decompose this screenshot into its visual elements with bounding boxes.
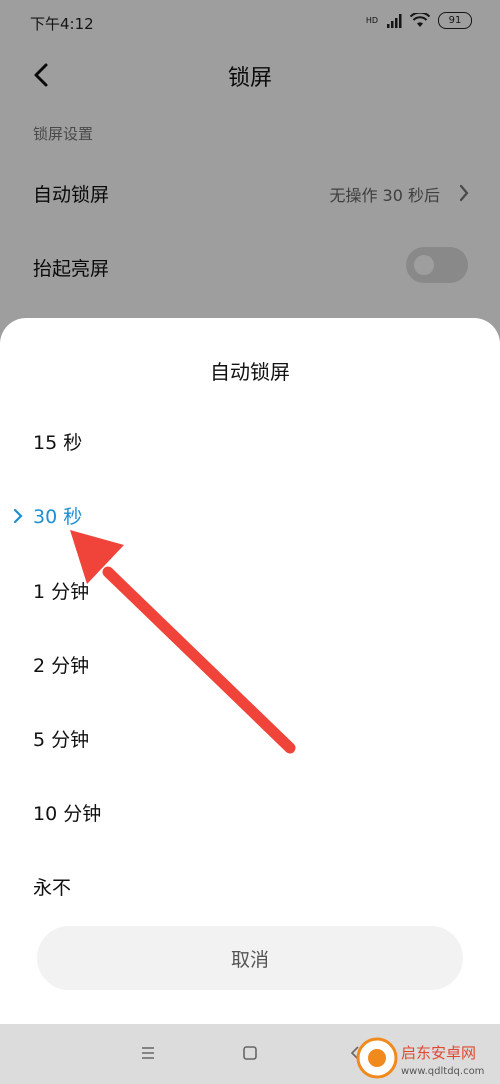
sheet-title: 自动锁屏 — [210, 360, 290, 384]
option-label: 1 分钟 — [33, 581, 90, 603]
menu-icon[interactable] — [133, 1038, 163, 1068]
option-never[interactable]: 永不 — [0, 859, 500, 919]
option-30-seconds[interactable]: 30 秒 — [0, 488, 500, 548]
option-label: 10 分钟 — [33, 803, 102, 825]
option-label: 2 分钟 — [33, 655, 90, 677]
option-10-minutes[interactable]: 10 分钟 — [0, 785, 500, 845]
option-2-minutes[interactable]: 2 分钟 — [0, 637, 500, 697]
watermark-brand-text: 启东安卓网 — [401, 1044, 476, 1062]
watermark: 启东安卓网 www.qdltdq.com — [355, 1036, 495, 1080]
home-icon[interactable] — [235, 1038, 265, 1068]
option-label: 30 秒 — [33, 506, 83, 528]
cancel-button[interactable]: 取消 — [37, 926, 463, 990]
auto-lock-sheet: 自动锁屏 15 秒 30 秒 1 分钟 2 分钟 5 分钟 10 分钟 永不 取… — [0, 318, 500, 1024]
option-1-minute[interactable]: 1 分钟 — [0, 563, 500, 623]
option-label: 永不 — [33, 877, 72, 899]
selected-chevron-icon — [13, 508, 23, 524]
option-5-minutes[interactable]: 5 分钟 — [0, 711, 500, 771]
option-15-seconds[interactable]: 15 秒 — [0, 414, 500, 474]
option-label: 5 分钟 — [33, 729, 90, 751]
watermark-url-text: www.qdltdq.com — [401, 1066, 484, 1077]
option-label: 15 秒 — [33, 432, 83, 454]
